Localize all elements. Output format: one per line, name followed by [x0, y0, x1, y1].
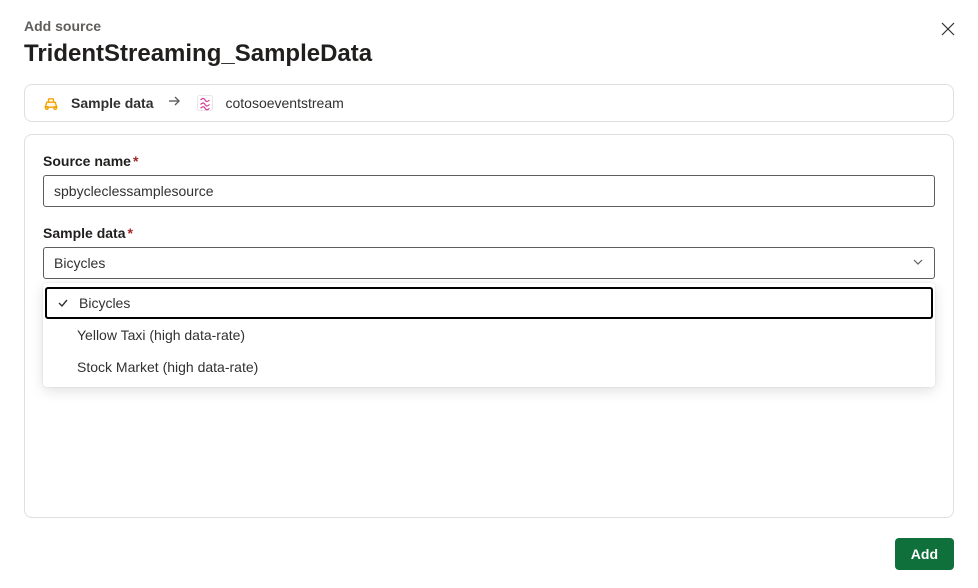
dialog-footer: Add	[895, 538, 954, 570]
required-asterisk: *	[127, 225, 132, 241]
add-button[interactable]: Add	[895, 538, 954, 570]
close-button[interactable]	[936, 18, 960, 42]
dropdown-option-label: Bicycles	[79, 295, 130, 311]
eventstream-icon	[195, 93, 215, 113]
dropdown-option-label: Stock Market (high data-rate)	[77, 359, 258, 375]
dropdown-option-yellow-taxi[interactable]: Yellow Taxi (high data-rate)	[43, 319, 935, 351]
check-icon	[55, 361, 77, 373]
close-icon	[941, 22, 955, 39]
chevron-down-icon	[912, 255, 924, 271]
arrow-right-icon	[167, 94, 181, 113]
dropdown-option-stock-market[interactable]: Stock Market (high data-rate)	[43, 351, 935, 383]
breadcrumb: Sample data cotosoeventstream	[24, 84, 954, 122]
check-icon	[57, 297, 79, 309]
sample-data-label: Sample data*	[43, 225, 935, 241]
dialog-title: TridentStreaming_SampleData	[24, 40, 954, 68]
dialog-subtitle: Add source	[24, 18, 954, 34]
breadcrumb-source[interactable]: Sample data	[41, 93, 153, 113]
source-name-input[interactable]	[43, 175, 935, 207]
breadcrumb-source-label: Sample data	[71, 95, 153, 111]
add-source-dialog: Add source TridentStreaming_SampleData S…	[0, 0, 978, 588]
form-card: Source name* Sample data* Bicycles	[24, 134, 954, 518]
sample-data-select[interactable]: Bicycles	[43, 247, 935, 279]
sample-data-dropdown: Bicycles Bicycles	[43, 247, 935, 279]
required-asterisk: *	[133, 153, 138, 169]
check-icon	[55, 329, 77, 341]
sample-data-icon	[41, 93, 61, 113]
source-name-label: Source name*	[43, 153, 935, 169]
breadcrumb-destination-label: cotosoeventstream	[225, 95, 343, 111]
sample-data-selected-value: Bicycles	[54, 255, 105, 271]
breadcrumb-destination[interactable]: cotosoeventstream	[195, 93, 343, 113]
sample-data-dropdown-list: Bicycles Yellow Taxi (high data-rate)	[43, 283, 935, 387]
dropdown-option-label: Yellow Taxi (high data-rate)	[77, 327, 245, 343]
dropdown-option-bicycles[interactable]: Bicycles	[45, 287, 933, 319]
